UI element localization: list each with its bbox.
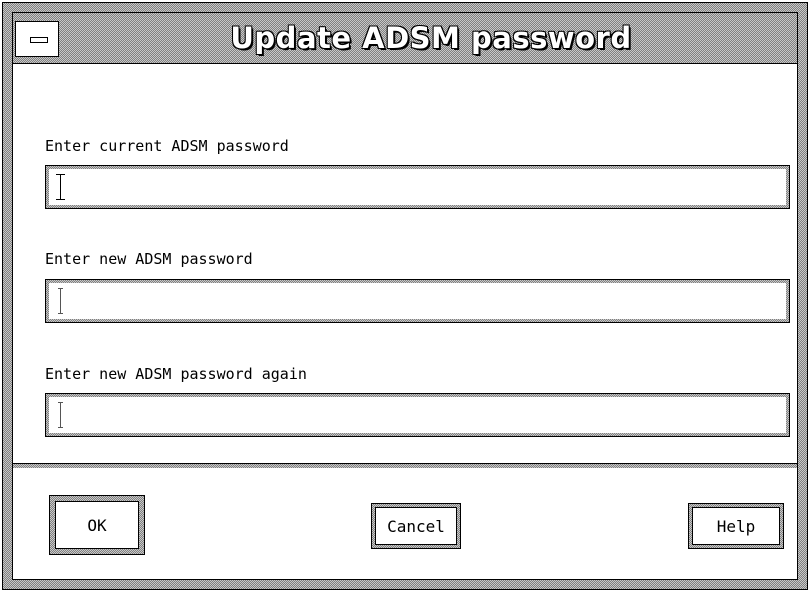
ok-button[interactable]: OK: [49, 495, 145, 555]
new-password-label: Enter new ADSM password: [45, 250, 253, 268]
window-title: Update ADSM password: [230, 21, 632, 55]
current-password-field[interactable]: [45, 165, 790, 209]
system-menu-icon: [30, 37, 48, 43]
dialog-body: Update ADSM password Enter current ADSM …: [12, 12, 798, 580]
confirm-password-input[interactable]: [49, 397, 786, 433]
help-button-label[interactable]: Help: [692, 507, 780, 545]
system-menu-button[interactable]: [15, 21, 59, 57]
cancel-button-label[interactable]: Cancel: [375, 507, 457, 545]
text-cursor-icon: [56, 288, 65, 314]
new-password-input[interactable]: [49, 283, 786, 319]
new-password-field[interactable]: [45, 279, 790, 323]
confirm-password-label: Enter new ADSM password again: [45, 365, 307, 383]
button-separator: [13, 463, 797, 468]
ok-button-label[interactable]: OK: [55, 501, 139, 549]
help-button[interactable]: Help: [688, 503, 784, 549]
text-cursor-icon: [56, 402, 65, 428]
title-bar[interactable]: Update ADSM password: [13, 13, 797, 64]
dialog-window: Update ADSM password Enter current ADSM …: [2, 2, 808, 590]
confirm-password-field[interactable]: [45, 393, 790, 437]
current-password-label: Enter current ADSM password: [45, 137, 289, 155]
text-cursor-icon: [56, 174, 65, 200]
current-password-input[interactable]: [49, 169, 786, 205]
cancel-button[interactable]: Cancel: [371, 503, 461, 549]
